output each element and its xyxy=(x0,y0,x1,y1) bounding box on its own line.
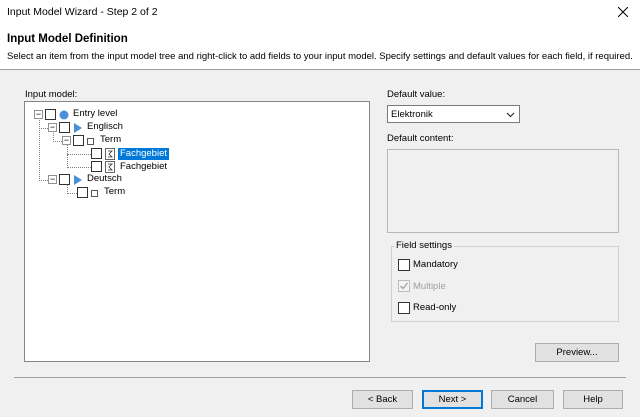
default-content-field[interactable] xyxy=(387,149,619,233)
tree-node-label[interactable]: Fachgebiet xyxy=(118,161,169,173)
page-description: Select an item from the input model tree… xyxy=(7,51,633,62)
tree-node-label[interactable]: Fachgebiet xyxy=(118,148,170,160)
mandatory-label: Mandatory xyxy=(413,259,458,270)
node-checkbox[interactable] xyxy=(59,122,70,133)
square-icon xyxy=(87,138,94,145)
node-checkbox[interactable] xyxy=(77,187,88,198)
tree-connector xyxy=(39,116,40,181)
field-icon xyxy=(105,161,115,173)
collapse-toggle[interactable]: − xyxy=(34,110,43,119)
field-icon xyxy=(105,148,115,160)
multiple-label: Multiple xyxy=(413,281,446,292)
default-content-label: Default content: xyxy=(387,133,454,144)
next-button[interactable]: Next > xyxy=(422,390,483,409)
footer-divider xyxy=(14,377,626,378)
input-model-label: Input model: xyxy=(25,89,78,100)
readonly-checkbox[interactable] xyxy=(398,302,410,314)
node-checkbox[interactable] xyxy=(59,174,70,185)
preview-button[interactable]: Preview... xyxy=(535,343,619,362)
default-value-selected: Elektronik xyxy=(391,109,433,120)
back-button[interactable]: < Back xyxy=(352,390,413,409)
tree-connector xyxy=(39,128,48,129)
tree-node-label[interactable]: Entry level xyxy=(71,108,119,120)
tree-connector xyxy=(67,167,91,168)
tree-connector xyxy=(67,193,77,194)
close-icon xyxy=(618,7,628,17)
readonly-label: Read-only xyxy=(413,302,457,313)
tree-connector xyxy=(53,141,62,142)
tree-connector xyxy=(67,154,91,155)
close-button[interactable] xyxy=(606,0,640,24)
square-icon xyxy=(91,190,98,197)
default-value-dropdown[interactable]: Elektronik xyxy=(387,105,520,123)
cancel-button[interactable]: Cancel xyxy=(491,390,554,409)
mandatory-checkbox[interactable] xyxy=(398,259,410,271)
help-button[interactable]: Help xyxy=(563,390,623,409)
tree-connector xyxy=(39,180,48,181)
collapse-toggle[interactable]: − xyxy=(62,136,71,145)
node-checkbox[interactable] xyxy=(91,148,102,159)
triangle-icon xyxy=(74,123,82,133)
tree-node-label[interactable]: Englisch xyxy=(85,121,125,133)
window-title: Input Model Wizard - Step 2 of 2 xyxy=(7,6,158,18)
tree-node-label[interactable]: Deutsch xyxy=(85,173,124,185)
collapse-toggle[interactable]: − xyxy=(48,123,57,132)
circle-icon xyxy=(59,110,69,120)
title-bar: Input Model Wizard - Step 2 of 2 xyxy=(0,0,640,24)
node-checkbox[interactable] xyxy=(91,161,102,172)
triangle-icon xyxy=(74,175,82,185)
default-value-label: Default value: xyxy=(387,89,446,100)
checkmark-icon xyxy=(400,282,409,290)
multiple-checkbox[interactable] xyxy=(398,280,410,292)
node-checkbox[interactable] xyxy=(45,109,56,120)
page-title: Input Model Definition xyxy=(7,33,128,45)
wizard-header: Input Model Definition Select an item fr… xyxy=(0,24,640,70)
tree-node-label[interactable]: Term xyxy=(102,186,127,198)
collapse-toggle[interactable]: − xyxy=(48,175,57,184)
node-checkbox[interactable] xyxy=(73,135,84,146)
tree-connector xyxy=(67,142,68,168)
chevron-down-icon xyxy=(506,112,515,118)
field-settings-title: Field settings xyxy=(394,240,454,251)
input-model-tree[interactable]: − Entry level − Englisch − Term Fachgebi… xyxy=(24,101,370,362)
tree-node-label[interactable]: Term xyxy=(98,134,123,146)
